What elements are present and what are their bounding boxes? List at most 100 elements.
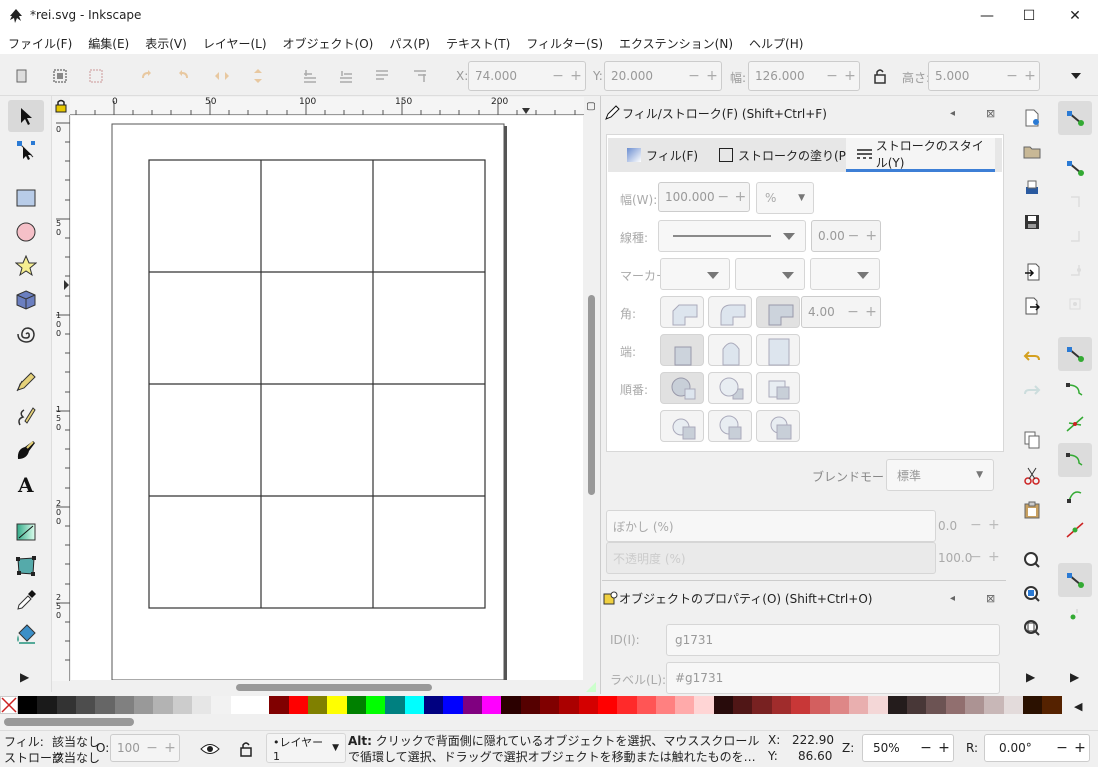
- snap-expand-icon[interactable]: ▶: [1070, 670, 1079, 684]
- paste-icon[interactable]: [1020, 498, 1044, 522]
- zoom-corner-icon[interactable]: ▢: [584, 97, 598, 115]
- color-swatch[interactable]: [520, 696, 540, 714]
- color-swatch[interactable]: [733, 696, 753, 714]
- spiral-tool-icon[interactable]: [8, 318, 44, 350]
- lower-to-bottom-icon[interactable]: [408, 64, 432, 88]
- y-decrement-button[interactable]: −: [685, 68, 703, 84]
- opacity-slider[interactable]: 不透明度 (%): [606, 542, 936, 574]
- snap-nodes-icon[interactable]: [1058, 337, 1092, 371]
- dash-pattern-select[interactable]: [658, 220, 806, 252]
- pen-tool-icon[interactable]: [8, 400, 44, 432]
- calligraphy-tool-icon[interactable]: [8, 434, 44, 466]
- color-swatch[interactable]: [1003, 696, 1024, 714]
- blur-increment-button[interactable]: +: [988, 517, 1000, 533]
- zoom-selection-icon[interactable]: [1020, 548, 1044, 572]
- dash-offset-spinbox[interactable]: 0.00− +: [811, 220, 881, 252]
- color-swatch[interactable]: [365, 696, 386, 714]
- flip-vertical-icon[interactable]: [246, 64, 270, 88]
- lock-ratio-icon[interactable]: [868, 64, 892, 88]
- palette-scroll-thumb[interactable]: [4, 718, 134, 726]
- color-swatch[interactable]: [655, 696, 676, 714]
- color-swatch[interactable]: [462, 696, 482, 714]
- tab-fill[interactable]: フィル(F): [626, 138, 698, 172]
- color-swatch[interactable]: [385, 696, 405, 714]
- rotation-decrement[interactable]: −: [1053, 740, 1071, 756]
- snap-path-icon[interactable]: [1058, 373, 1092, 407]
- zoom-spinbox[interactable]: 50% − +: [862, 734, 954, 762]
- object-id-input[interactable]: g1731: [666, 624, 1000, 656]
- color-swatch[interactable]: [984, 696, 1004, 714]
- object-label-input[interactable]: #g1731: [666, 662, 1000, 694]
- lower-icon[interactable]: [370, 64, 394, 88]
- zoom-drawing-icon[interactable]: [1020, 582, 1044, 606]
- dropper-tool-icon[interactable]: [8, 584, 44, 616]
- order-fill-stroke-markers-button[interactable]: [660, 372, 704, 404]
- blend-mode-select[interactable]: 標準 ▼: [886, 459, 994, 491]
- fill-indicator-value[interactable]: 該当なし: [52, 733, 100, 750]
- color-swatch[interactable]: [636, 696, 656, 714]
- snap-others-icon[interactable]: [1058, 563, 1092, 597]
- snap-smooth-nodes-icon[interactable]: [1058, 479, 1092, 513]
- color-swatch[interactable]: [346, 696, 366, 714]
- star-tool-icon[interactable]: [8, 250, 44, 282]
- color-swatch[interactable]: [269, 696, 289, 714]
- color-swatch[interactable]: [829, 696, 850, 714]
- color-swatch[interactable]: [249, 696, 270, 714]
- rectangle-tool-icon[interactable]: [8, 182, 44, 214]
- dash-offset-increment[interactable]: +: [862, 228, 880, 244]
- toolbar-overflow-icon[interactable]: [1064, 64, 1088, 88]
- order-fill-markers-stroke-button[interactable]: [660, 410, 704, 442]
- x-increment-button[interactable]: +: [567, 68, 585, 84]
- order-stroke-markers-fill-button[interactable]: [708, 410, 752, 442]
- current-layer-select[interactable]: •レイヤー 1 ▼: [266, 733, 346, 763]
- stroke-width-decrement[interactable]: −: [715, 189, 732, 205]
- raise-icon[interactable]: [334, 64, 358, 88]
- color-swatch[interactable]: [423, 696, 444, 714]
- panel-iconify-icon[interactable]: ◂: [950, 108, 955, 119]
- cap-round-button[interactable]: [708, 334, 752, 366]
- stroke-width-increment[interactable]: +: [732, 189, 749, 205]
- order-stroke-fill-button[interactable]: [708, 372, 752, 404]
- join-miter-button[interactable]: [756, 296, 800, 328]
- color-swatch[interactable]: [1023, 696, 1043, 714]
- text-tool-icon[interactable]: A: [8, 468, 44, 500]
- color-swatch[interactable]: [694, 696, 714, 714]
- save-icon[interactable]: [1020, 210, 1044, 234]
- color-swatch[interactable]: [56, 696, 76, 714]
- menu-extensions[interactable]: エクステンション(N): [611, 35, 741, 52]
- menu-help[interactable]: ヘルプ(H): [741, 35, 811, 52]
- snap-object-midpoint-icon[interactable]: [1058, 597, 1092, 631]
- color-swatch[interactable]: [481, 696, 502, 714]
- width-increment-button[interactable]: +: [841, 68, 859, 84]
- tab-stroke-style[interactable]: ストロークのスタイル(Y): [846, 138, 995, 172]
- color-swatch[interactable]: [153, 696, 173, 714]
- cms-toggle-icon[interactable]: [584, 680, 598, 694]
- color-swatch[interactable]: [578, 696, 598, 714]
- node-tool-icon[interactable]: [8, 134, 44, 166]
- stroke-unit-select[interactable]: % ▼: [756, 182, 814, 214]
- color-swatch[interactable]: [907, 696, 927, 714]
- panel-iconify-icon[interactable]: ◂: [950, 593, 955, 604]
- color-swatch[interactable]: [95, 696, 115, 714]
- layer-lock-icon[interactable]: [234, 737, 258, 761]
- rotate-cw-icon[interactable]: [172, 64, 196, 88]
- color-swatch[interactable]: [752, 696, 772, 714]
- snap-cusp-nodes-icon[interactable]: [1058, 443, 1092, 477]
- menu-text[interactable]: テキスト(T): [438, 35, 518, 52]
- height-increment-button[interactable]: +: [1021, 68, 1039, 84]
- import-icon[interactable]: [1020, 260, 1044, 284]
- color-swatch[interactable]: [539, 696, 560, 714]
- menu-filter[interactable]: フィルター(S): [518, 35, 611, 52]
- color-swatch[interactable]: [327, 696, 347, 714]
- deselect-icon[interactable]: [84, 64, 108, 88]
- color-swatch[interactable]: [791, 696, 811, 714]
- color-swatch[interactable]: [713, 696, 734, 714]
- snap-intersection-icon[interactable]: [1058, 407, 1092, 441]
- miter-increment[interactable]: +: [862, 304, 880, 320]
- color-swatch[interactable]: [211, 696, 231, 714]
- panel-close-icon[interactable]: ⊠: [986, 107, 995, 120]
- 3d-box-tool-icon[interactable]: [8, 284, 44, 316]
- height-spinbox[interactable]: 5.000 − +: [928, 61, 1040, 91]
- miter-decrement[interactable]: −: [844, 304, 862, 320]
- width-spinbox[interactable]: 126.000 − +: [748, 61, 860, 91]
